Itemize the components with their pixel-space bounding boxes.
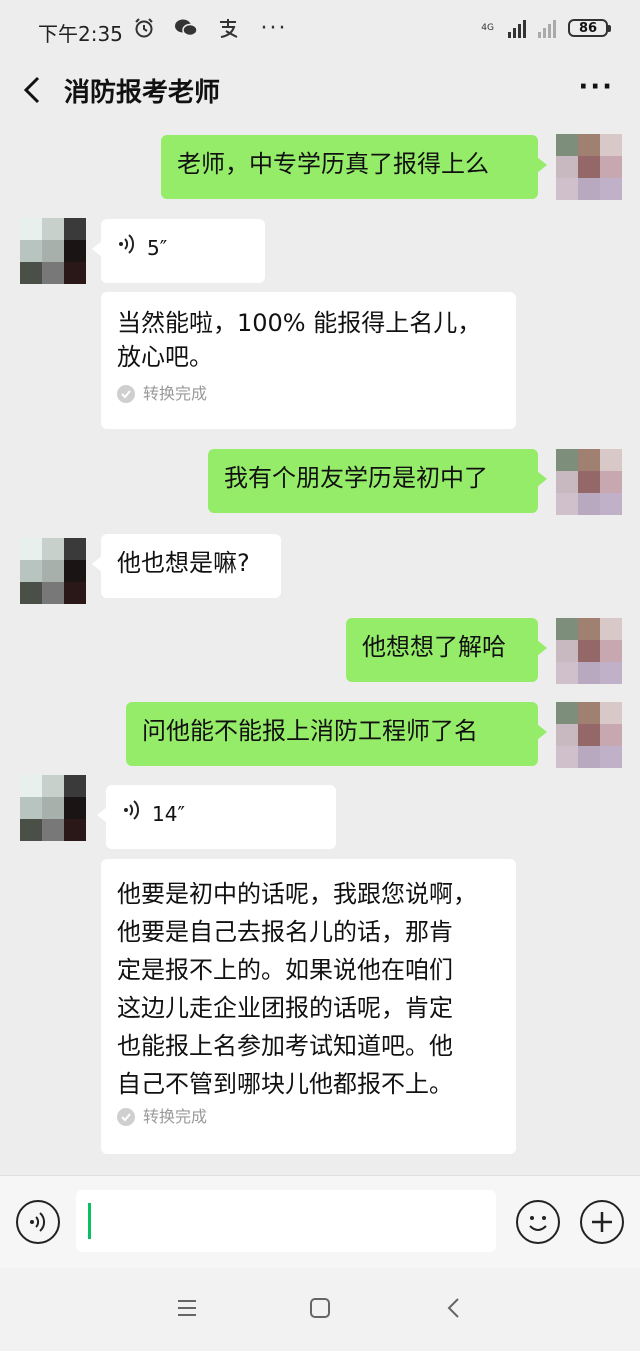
input-bar xyxy=(0,1175,640,1268)
voice-message[interactable]: 5″ xyxy=(92,219,265,283)
emoji-icon[interactable] xyxy=(516,1200,560,1244)
contact-avatar[interactable] xyxy=(20,775,86,841)
chat-title: 消防报考老师 xyxy=(64,78,221,108)
message-bubble-sent[interactable]: 老师，中专学历真了报得上么 xyxy=(161,135,547,199)
network-type-label: 4G xyxy=(481,22,494,33)
plus-icon[interactable] xyxy=(580,1200,624,1244)
conversion-status-text: 转换完成 xyxy=(143,1107,208,1126)
back-nav-icon[interactable] xyxy=(444,1296,464,1324)
transcript-line: 也能报上名参加考试知道吧。他 xyxy=(117,1032,453,1060)
status-notification-icons: ··· xyxy=(132,15,288,41)
message-bubble-received[interactable]: 他也想是嘛? xyxy=(92,534,281,598)
conversion-status-text: 转换完成 xyxy=(143,384,208,403)
voice-wave-icon xyxy=(117,231,137,265)
signal-strength-icon xyxy=(508,18,526,38)
menu-nav-icon[interactable] xyxy=(176,1298,198,1322)
message-bubble-sent[interactable]: 他想想了解哈 xyxy=(346,618,547,682)
transcript-line: 他要是自己去报名儿的话，那肯 xyxy=(117,918,453,946)
alarm-clock-icon xyxy=(132,16,156,40)
message-bubble-sent[interactable]: 我有个朋友学历是初中了 xyxy=(208,449,547,513)
battery-icon: 86 xyxy=(568,19,611,37)
message-text: 他也想是嘛? xyxy=(117,549,250,577)
message-text: 他想想了解哈 xyxy=(362,633,506,661)
message-bubble-sent[interactable]: 问他能不能报上消防工程师了名 xyxy=(126,702,547,766)
my-avatar[interactable] xyxy=(556,449,622,515)
voice-input-button[interactable] xyxy=(16,1200,60,1244)
my-avatar[interactable] xyxy=(556,618,622,684)
alipay-icon xyxy=(216,16,240,40)
status-time: 下午2:35 xyxy=(38,22,123,46)
transcript-line: 定是报不上的。如果说他在咱们 xyxy=(117,956,453,984)
message-text: 问他能不能报上消防工程师了名 xyxy=(142,717,478,745)
voice-message[interactable]: 14″ xyxy=(97,785,336,849)
voice-transcript[interactable]: 当然能啦，100% 能报得上名儿， 放心吧。 转换完成 xyxy=(101,292,516,429)
contact-avatar[interactable] xyxy=(20,538,86,604)
status-bar: 下午2:35 ··· 4G 86 xyxy=(0,0,640,60)
conversion-status: 转换完成 xyxy=(117,1107,500,1127)
status-system-icons: 4G 86 xyxy=(481,18,611,38)
voice-wave-icon xyxy=(122,797,142,831)
transcript-line: 这边儿走企业团报的话呢，肯定 xyxy=(117,994,453,1022)
more-notifications-icon: ··· xyxy=(260,15,288,41)
home-nav-icon[interactable] xyxy=(309,1297,331,1323)
signal-strength-sim2-icon xyxy=(538,18,556,38)
voice-duration: 5″ xyxy=(147,236,168,260)
message-input[interactable] xyxy=(76,1190,496,1252)
my-avatar[interactable] xyxy=(556,702,622,768)
chat-header: 消防报考老师 ··· xyxy=(0,60,640,120)
transcript-line: 自己不管到哪块儿他都报不上。 xyxy=(117,1070,453,1098)
transcript-line: 他要是初中的话呢，我跟您说啊， xyxy=(117,880,477,908)
back-arrow-icon[interactable] xyxy=(18,70,50,110)
wechat-icon xyxy=(174,16,198,40)
voice-duration: 14″ xyxy=(152,802,185,826)
conversion-status: 转换完成 xyxy=(117,384,500,404)
check-circle-icon xyxy=(117,1108,135,1126)
message-text: 老师，中专学历真了报得上么 xyxy=(177,150,489,178)
message-text: 我有个朋友学历是初中了 xyxy=(224,464,488,492)
more-icon[interactable]: ··· xyxy=(578,72,614,102)
voice-transcript[interactable]: 他要是初中的话呢，我跟您说啊， 他要是自己去报名儿的话，那肯 定是报不上的。如果… xyxy=(101,859,516,1154)
my-avatar[interactable] xyxy=(556,134,622,200)
check-circle-icon xyxy=(117,385,135,403)
contact-avatar[interactable] xyxy=(20,218,86,284)
text-cursor xyxy=(88,1203,91,1239)
transcript-line: 放心吧。 xyxy=(117,343,213,371)
system-nav-bar xyxy=(0,1268,640,1351)
transcript-line: 当然能啦，100% 能报得上名儿， xyxy=(117,309,482,337)
